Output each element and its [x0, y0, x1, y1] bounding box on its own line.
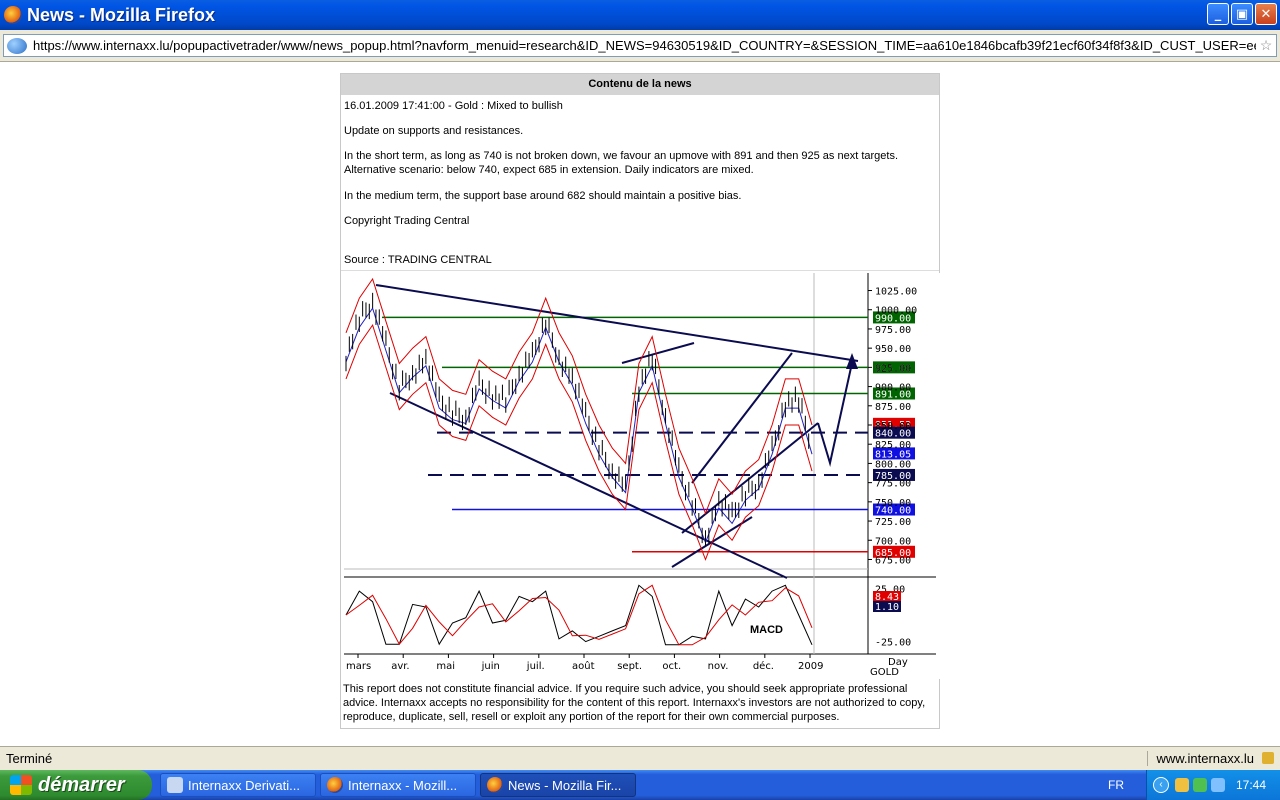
task-news-firefox[interactable]: News - Mozilla Fir... — [480, 773, 636, 797]
bookmark-star-icon[interactable]: ☆ — [1256, 37, 1276, 54]
taskbar: démarrer Internaxx Derivati... Internaxx… — [0, 770, 1280, 800]
y-tick-label: 925.00 — [875, 363, 911, 374]
status-bar: Terminé www.internaxx.lu — [0, 746, 1280, 770]
page-content: Contenu de la news 16.01.2009 17:41:00 -… — [0, 62, 1280, 746]
y-tick-label: 750.00 — [875, 498, 911, 509]
x-tick-label: juil. — [526, 661, 545, 672]
macd-tag-label: 1.10 — [875, 602, 899, 613]
y-tick-label: 700.00 — [875, 536, 911, 547]
task-internaxx-firefox[interactable]: Internaxx - Mozill... — [320, 773, 476, 797]
macd-label: MACD — [750, 624, 783, 636]
show-hidden-icons-button[interactable]: ‹ — [1153, 777, 1169, 793]
y-tick-label: 875.00 — [875, 402, 911, 413]
task-internaxx-derivatives[interactable]: Internaxx Derivati... — [160, 773, 316, 797]
url-field[interactable]: https://www.internaxx.lu/popupactivetrad… — [3, 34, 1277, 57]
y-tick-label: 975.00 — [875, 325, 911, 336]
y-tick-label: 725.00 — [875, 517, 911, 528]
gold-chart: 990.00 925.00 891.00 851.53 840.00 813.05 785.… — [342, 273, 940, 679]
task-list: Internaxx Derivati... Internaxx - Mozill… — [160, 773, 636, 797]
disclaimer-text: This report does not constitute financia… — [343, 683, 926, 723]
macd-tick-label: -25.00 — [875, 638, 911, 649]
url-text[interactable]: https://www.internaxx.lu/popupactivetrad… — [33, 38, 1256, 53]
close-button[interactable]: ✕ — [1255, 3, 1277, 25]
windows-logo-icon — [10, 775, 32, 795]
news-paragraph-3: In the medium term, the support base aro… — [344, 190, 742, 202]
news-panel: Contenu de la news 16.01.2009 17:41:00 -… — [340, 73, 940, 729]
address-toolbar: https://www.internaxx.lu/popupactivetrad… — [0, 30, 1280, 62]
news-paragraph-2b: Alternative scenario: below 740, expect … — [344, 164, 754, 176]
x-tick-label: nov. — [708, 661, 729, 672]
y-tick-label: 900.00 — [875, 383, 911, 394]
y-tick-label: 850.00 — [875, 421, 911, 432]
task-label: News - Mozilla Fir... — [508, 777, 622, 793]
status-domain: www.internaxx.lu — [1147, 751, 1254, 766]
y-tick-label: 1025.00 — [875, 287, 917, 298]
task-label: Internaxx - Mozill... — [348, 777, 458, 793]
firefox-logo-icon — [4, 6, 22, 24]
x-tick-label: 2009 — [798, 661, 823, 672]
system-tray: ‹ 17:44 — [1146, 770, 1280, 800]
window-icon — [167, 777, 183, 793]
status-text: Terminé — [6, 751, 53, 766]
task-label: Internaxx Derivati... — [188, 777, 300, 793]
x-tick-label: avr. — [391, 661, 409, 672]
x-tick-label: oct. — [662, 661, 681, 672]
x-tick-label: déc. — [753, 660, 774, 672]
news-paragraph-2: In the short term, as long as 740 is not… — [344, 149, 936, 177]
firefox-icon — [327, 777, 343, 793]
firefox-icon — [487, 777, 503, 793]
news-paragraph-1: Update on supports and resistances. — [344, 125, 524, 137]
news-panel-header: Contenu de la news — [341, 74, 939, 95]
news-paragraph-2a: In the short term, as long as 740 is not… — [344, 150, 899, 162]
x-tick-label: juin — [481, 661, 500, 672]
news-dateline: 16.01.2009 17:41:00 - Gold : Mixed to bu… — [344, 100, 563, 112]
x-tick-label: août — [572, 660, 595, 672]
window-title: News - Mozilla Firefox — [27, 4, 216, 25]
start-label: démarrer — [38, 773, 125, 796]
y-tick-label: 1000.00 — [875, 306, 917, 317]
y-tick-label: 950.00 — [875, 344, 911, 355]
tray-network-icon[interactable] — [1193, 778, 1207, 792]
tray-volume-icon[interactable] — [1211, 778, 1225, 792]
gold-chart-svg: 990.00925.00891.00851.53840.00813.05785.… — [342, 273, 940, 679]
news-body: 16.01.2009 17:41:00 - Gold : Mixed to bu… — [341, 95, 939, 271]
tray-app-icon[interactable] — [1175, 778, 1189, 792]
language-indicator[interactable]: FR — [1108, 778, 1124, 792]
site-identity-icon[interactable] — [7, 37, 27, 54]
y-tick-label: 825.00 — [875, 440, 911, 451]
start-button[interactable]: démarrer — [0, 770, 152, 800]
clock: 17:44 — [1235, 778, 1266, 792]
minimize-button[interactable]: _ — [1207, 3, 1229, 25]
x-tick-label: mars — [346, 661, 371, 672]
x-tick-label: mai — [436, 661, 455, 672]
y-tick-label: 675.00 — [875, 555, 911, 566]
window-controls: _ ▣ ✕ — [1207, 3, 1277, 25]
x-tick-label: sept. — [617, 661, 642, 672]
news-copyright: Copyright Trading Central — [344, 215, 470, 227]
maximize-button[interactable]: ▣ — [1231, 3, 1253, 25]
news-source: Source : TRADING CENTRAL — [344, 254, 492, 266]
lock-icon[interactable] — [1262, 752, 1274, 764]
y-tick-label: 775.00 — [875, 479, 911, 490]
window-titlebar: News - Mozilla Firefox _ ▣ ✕ — [0, 0, 1280, 30]
instrument-label: GOLD — [870, 667, 899, 678]
y-tick-label: 800.00 — [875, 459, 911, 470]
